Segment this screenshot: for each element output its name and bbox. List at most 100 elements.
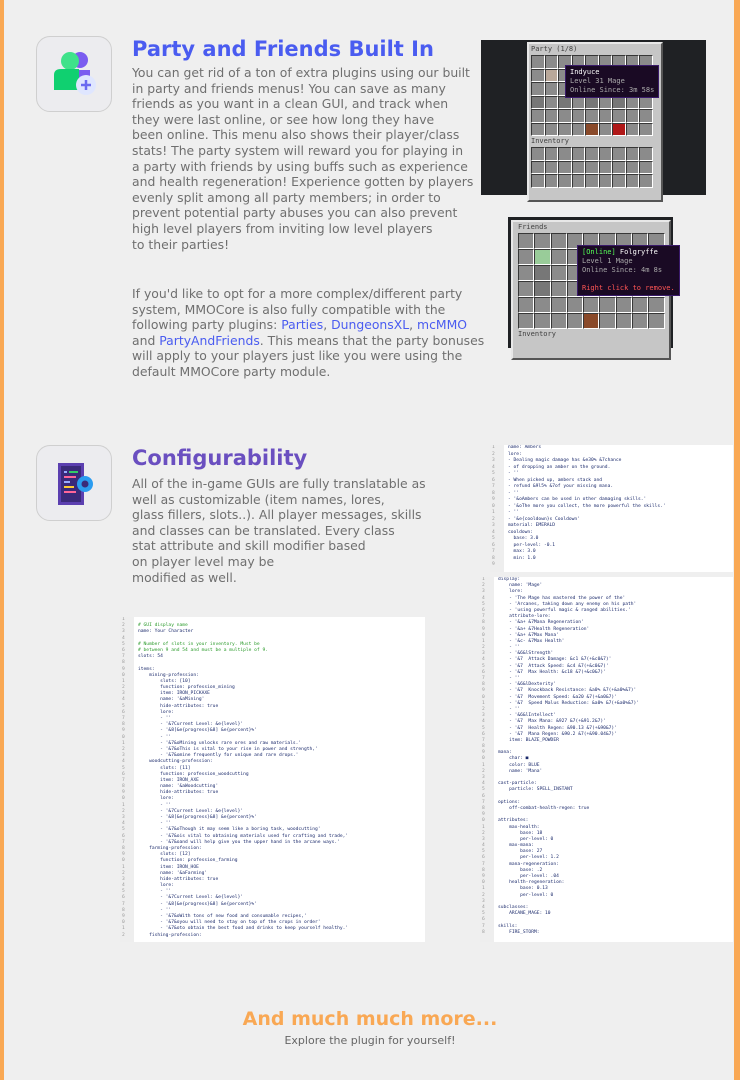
code-text: material: EMERALD (508, 523, 556, 528)
inventory-slot (531, 55, 545, 69)
code-text: - '&c- &7Max Health' (498, 638, 565, 644)
line-number: 8 (482, 929, 485, 935)
inventory-slot (599, 313, 616, 329)
code-text: # Number of slots in your inventory. Mus… (138, 641, 260, 647)
code-text: - '&a+ &7Max Mana' (498, 632, 559, 638)
code-text: - '&7&oThough it may seem like a boring … (138, 827, 321, 833)
code-text: base: 27 (498, 849, 543, 855)
code-text: - '' (138, 889, 172, 895)
inventory-slot (612, 122, 626, 136)
inventory-slot (632, 297, 649, 313)
separator: and (132, 332, 156, 348)
code-text: - '' (508, 510, 520, 515)
code-text: mana: (498, 750, 512, 756)
inventory-slot (531, 109, 545, 123)
inventory-slot (566, 297, 584, 313)
code-text: - '&e{cooldown}s Cooldown' (508, 516, 580, 522)
code-text: - '' (508, 471, 520, 476)
code-text: item: IRON_AXE (138, 777, 199, 783)
inventory-slot (531, 82, 545, 96)
inventory-slot (598, 160, 612, 174)
inventory-slot (583, 297, 600, 313)
code-text: - '&7Current Level: &e{level}' (138, 808, 244, 814)
code-text: - '&6&lIntellect' (498, 713, 557, 719)
code-text: subclasses: (498, 904, 529, 910)
code-text: hide-attributes: true (138, 876, 219, 882)
code-text: mining-profession: (138, 672, 199, 678)
separator: , (409, 317, 418, 333)
code-text: - '' (138, 734, 172, 740)
friend-tooltip: [Online] Folgryffe Level 1 Mage Online S… (577, 245, 680, 296)
link-partyandfriends[interactable]: PartyAndFriends (159, 333, 260, 348)
inventory-slot (544, 68, 558, 82)
code-text: name: '&aWoodcutting' (138, 784, 219, 790)
code-text: items: (138, 666, 155, 672)
code-text: item: IRON_HOE (138, 864, 199, 870)
member-name: Indyuce (570, 68, 600, 76)
inventory-slot (625, 174, 639, 188)
inventory-slot (639, 174, 653, 188)
code-text: name: '&aFarming' (138, 870, 208, 876)
code-text: name: '&aMining' (138, 697, 205, 703)
inventory-slot (531, 68, 545, 82)
code-line: 2 fishing-profession: (120, 933, 425, 939)
code-text: hide-attributes: true (138, 703, 219, 709)
link-parties[interactable]: Parties (281, 317, 323, 332)
code-text: - '&a+ &7Health Regeneration' (498, 626, 590, 632)
code-text: - '' (138, 907, 172, 913)
inventory-slot (571, 147, 585, 161)
link-dungeonsxl[interactable]: DungeonsXL (331, 317, 409, 332)
code-text: - '&7Current Level: &e{level}' (138, 895, 244, 901)
code-text: lore: (138, 883, 174, 889)
inventory-slot (615, 297, 633, 313)
code-text: base: 0.13 (498, 886, 548, 892)
inventory-slot (531, 160, 545, 174)
code-text: lore: (138, 796, 174, 802)
inventory-slot (558, 147, 572, 161)
code-text: - '&7 Movement Speed: &a20 &7(+&a0&7)' (498, 694, 617, 700)
code-text: FIRE_STORM: (498, 929, 540, 935)
link-mcmmo[interactable]: mcMMO (417, 317, 467, 332)
code-text: ARCANE_MAGE: 10 (498, 911, 551, 917)
code-text: - '&7 Knockback Resistance: &a0% &7(+&a0… (498, 688, 637, 694)
code-text: function: profession_farming (138, 858, 238, 864)
inventory-slot (558, 174, 572, 188)
inventory-slot (544, 55, 558, 69)
footer-subtitle: Explore the plugin for yourself! (284, 1034, 456, 1047)
code-text: name: Ambers (508, 445, 542, 450)
code-text: attribute-lore: (498, 614, 551, 620)
inventory-slot (632, 313, 649, 329)
party-gui-screenshot: Party (1/8) Inventory Indyuce Level 31 M… (481, 40, 706, 202)
code-text: - '&7&ois vital to obtaining materials u… (138, 833, 349, 839)
friends-gui-title: Friends (518, 223, 548, 231)
code-text: - '' (498, 645, 521, 651)
party-member-tooltip: Indyuce Level 31 Mage Online Since: 3m 5… (565, 65, 660, 98)
code-text: - '&7 Health Regen: &90.13 &7(+&90&7)' (498, 725, 617, 731)
inventory-slot (598, 174, 612, 188)
inventory-slot-grid (531, 147, 661, 188)
code-text: per-level: .04 (498, 874, 559, 879)
inventory-slot (534, 313, 551, 329)
code-text: - '' (498, 706, 521, 712)
inventory-slot (531, 122, 545, 136)
member-level: Level 31 Mage (570, 77, 625, 85)
code-text: - '' (138, 802, 172, 808)
code-text: - '&a+ &7Mana Regeneration' (498, 620, 584, 626)
code-text: attributes: (498, 818, 529, 824)
inventory-slot (544, 82, 558, 96)
friends-inventory-label: Inventory (518, 330, 556, 338)
code-text: - '&7&oWith tons of new food and consuma… (138, 914, 307, 919)
code-text: - '&oThe more you collect, the more powe… (508, 503, 666, 509)
friend-remove-hint: Right click to remove. (582, 284, 675, 292)
inventory-slot (612, 109, 626, 123)
inventory-slot (531, 95, 545, 109)
code-text: per-level: 0 (498, 892, 554, 898)
inventory-slot (550, 249, 567, 265)
inventory-slot (550, 265, 567, 281)
inventory-slot (518, 233, 535, 249)
code-text: name: Your Character (138, 629, 194, 635)
inventory-slot (585, 147, 599, 161)
inventory-slot (648, 297, 665, 313)
code-text: - 'Arcanes, taking down any enemy on his… (498, 601, 637, 607)
gui-config-code: 1 2 # GUI display name 3 name: Your Characte… (120, 617, 425, 942)
